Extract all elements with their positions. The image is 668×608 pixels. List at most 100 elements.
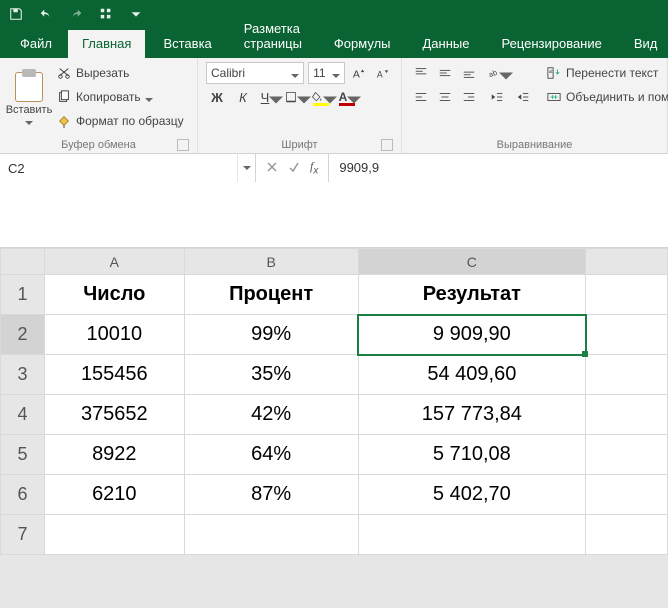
group-font: Calibri 11 A A Ж К Ч A Шрифт [198,58,402,153]
cell[interactable]: 8922 [44,435,184,475]
align-middle-button[interactable] [434,62,456,84]
row-header[interactable]: 7 [1,515,45,555]
increase-font-button[interactable]: A [349,62,369,84]
worksheet-grid[interactable]: A B C 1 Число Процент Результат 2 10010 … [0,248,668,555]
col-header-B[interactable]: B [184,249,358,275]
copy-icon [56,89,72,105]
qat-more-icon[interactable] [126,4,146,24]
tab-formulas[interactable]: Формулы [320,30,405,58]
underline-button[interactable]: Ч [258,86,280,108]
row-header[interactable]: 3 [1,355,45,395]
italic-button[interactable]: К [232,86,254,108]
chevron-down-icon [297,93,305,101]
cancel-icon[interactable] [266,161,278,176]
increase-indent-button[interactable] [512,86,534,108]
cut-button[interactable]: Вырезать [56,62,184,84]
cell[interactable]: 5 402,70 [358,475,586,515]
save-icon[interactable] [6,4,26,24]
paste-button[interactable]: Вставить [8,68,50,126]
row-header[interactable]: 1 [1,275,45,315]
tab-page-layout[interactable]: Разметка страницы [230,15,316,58]
tab-view[interactable]: Вид [620,30,668,58]
table-row: 2 10010 99% 9 909,90 [1,315,668,355]
name-box[interactable] [0,154,256,182]
col-header-A[interactable]: A [44,249,184,275]
cell[interactable] [44,515,184,555]
cell[interactable]: 87% [184,475,358,515]
cell[interactable] [586,355,668,395]
row-header[interactable]: 6 [1,475,45,515]
cell[interactable] [586,475,668,515]
cell[interactable] [586,435,668,475]
cell[interactable] [358,515,586,555]
ribbon-tabs: Файл Главная Вставка Разметка страницы Ф… [0,28,668,58]
align-center-button[interactable] [434,86,456,108]
cell[interactable]: 42% [184,395,358,435]
cell[interactable] [586,515,668,555]
wrap-text-button[interactable]: ab Перенести текст [546,62,668,84]
font-color-button[interactable]: A [336,86,358,108]
table-row: 4 375652 42% 157 773,84 [1,395,668,435]
cell[interactable] [586,275,668,315]
cell[interactable]: 35% [184,355,358,395]
cell[interactable]: 99% [184,315,358,355]
enter-icon[interactable] [288,161,300,176]
redo-icon[interactable] [66,4,86,24]
tab-insert[interactable]: Вставка [149,30,225,58]
dialog-launcher-icon[interactable] [381,139,393,151]
tab-home[interactable]: Главная [68,30,145,58]
cell[interactable]: 5 710,08 [358,435,586,475]
cell[interactable]: Результат [358,275,586,315]
format-painter-button[interactable]: Формат по образцу [56,110,184,132]
merge-center-button[interactable]: Объединить и помес [546,86,668,108]
copy-button[interactable]: Копировать [56,86,184,108]
cell[interactable]: Число [44,275,184,315]
tab-file[interactable]: Файл [8,30,64,58]
font-name-dropdown[interactable]: Calibri [206,62,304,84]
fill-color-button[interactable] [310,86,332,108]
formula-bar: fx [0,154,668,248]
cell[interactable]: 375652 [44,395,184,435]
chevron-down-icon[interactable] [237,154,255,182]
cell[interactable]: 54 409,60 [358,355,586,395]
align-bottom-button[interactable] [458,62,480,84]
cell[interactable] [586,315,668,355]
borders-button[interactable] [284,86,306,108]
cell[interactable]: 155456 [44,355,184,395]
decrease-font-button[interactable]: A [373,62,393,84]
chevron-down-icon [499,69,507,77]
bold-button[interactable]: Ж [206,86,228,108]
table-row: 6 6210 87% 5 402,70 [1,475,668,515]
cell[interactable]: 157 773,84 [358,395,586,435]
qat-customize-icon[interactable] [96,4,116,24]
decrease-indent-button[interactable] [486,86,508,108]
cell[interactable] [184,515,358,555]
row-header[interactable]: 5 [1,435,45,475]
tab-data[interactable]: Данные [409,30,484,58]
orientation-button[interactable]: ab [486,62,508,84]
cell[interactable] [586,395,668,435]
selected-cell[interactable]: 9 909,90 [358,315,586,355]
formula-input[interactable] [329,154,668,244]
row-header[interactable]: 4 [1,395,45,435]
cell[interactable]: 6210 [44,475,184,515]
chevron-down-icon [25,118,33,126]
cell[interactable]: 64% [184,435,358,475]
cell[interactable]: 10010 [44,315,184,355]
table-row: 3 155456 35% 54 409,60 [1,355,668,395]
fx-icon[interactable]: fx [310,159,318,176]
tab-review[interactable]: Рецензирование [487,30,615,58]
undo-icon[interactable] [36,4,56,24]
cell[interactable]: Процент [184,275,358,315]
font-size-dropdown[interactable]: 11 [308,62,345,84]
align-right-button[interactable] [458,86,480,108]
select-all-corner[interactable] [1,249,45,275]
align-top-button[interactable] [410,62,432,84]
svg-text:ab: ab [549,69,554,74]
dialog-launcher-icon[interactable] [177,139,189,151]
col-header-C[interactable]: C [358,249,586,275]
col-header-blank[interactable] [586,249,668,275]
align-left-button[interactable] [410,86,432,108]
row-header[interactable]: 2 [1,315,45,355]
name-box-input[interactable] [0,161,237,176]
